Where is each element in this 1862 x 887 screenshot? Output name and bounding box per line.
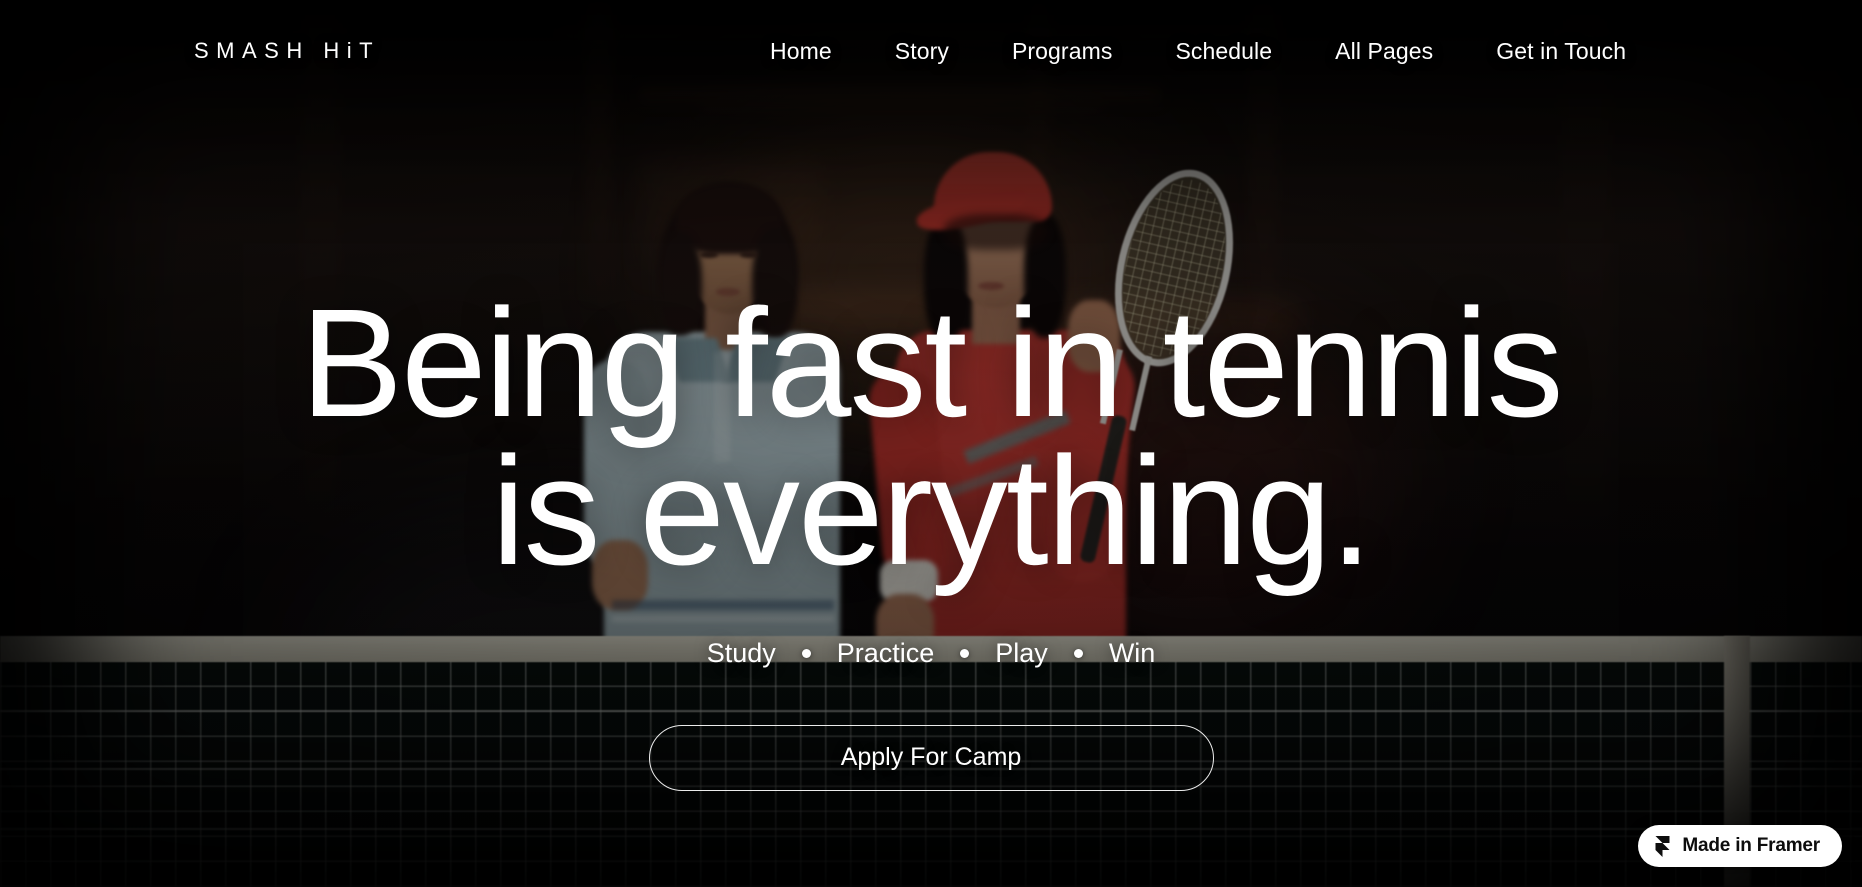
hero-page: SMASH HiT Home Story Programs Schedule A… [0, 0, 1862, 887]
hero-content: Being fast in tennis is everything. Stud… [0, 0, 1862, 887]
nav-item-home[interactable]: Home [770, 38, 832, 65]
headline-line-2: is everything. [491, 424, 1372, 597]
bullet-dot-icon [960, 648, 970, 658]
headline-line-1: Being fast in tennis [300, 277, 1563, 449]
tagline-item-study: Study [706, 637, 776, 668]
tagline-item-play: Play [995, 637, 1048, 668]
bullet-dot-icon [801, 648, 811, 658]
site-header: SMASH HiT Home Story Programs Schedule A… [0, 0, 1862, 96]
main-navigation: Home Story Programs Schedule All Pages G… [770, 38, 1626, 65]
framer-logo-icon [1655, 835, 1670, 857]
nav-item-get-in-touch[interactable]: Get in Touch [1496, 38, 1626, 65]
nav-item-programs[interactable]: Programs [1012, 38, 1113, 65]
made-in-framer-badge[interactable]: Made in Framer [1638, 825, 1842, 867]
hero-tagline: Study Practice Play Win [707, 638, 1156, 669]
brand-logo[interactable]: SMASH HiT [194, 38, 380, 64]
nav-item-story[interactable]: Story [895, 38, 949, 65]
framer-badge-label: Made in Framer [1682, 835, 1820, 856]
nav-item-all-pages[interactable]: All Pages [1335, 38, 1433, 65]
apply-for-camp-button[interactable]: Apply For Camp [648, 724, 1214, 791]
page-title: Being fast in tennis is everything. [241, 286, 1621, 597]
bullet-dot-icon [1073, 648, 1083, 658]
tagline-item-win: Win [1108, 637, 1156, 668]
nav-item-schedule[interactable]: Schedule [1175, 38, 1272, 65]
tagline-item-practice: Practice [836, 637, 935, 668]
